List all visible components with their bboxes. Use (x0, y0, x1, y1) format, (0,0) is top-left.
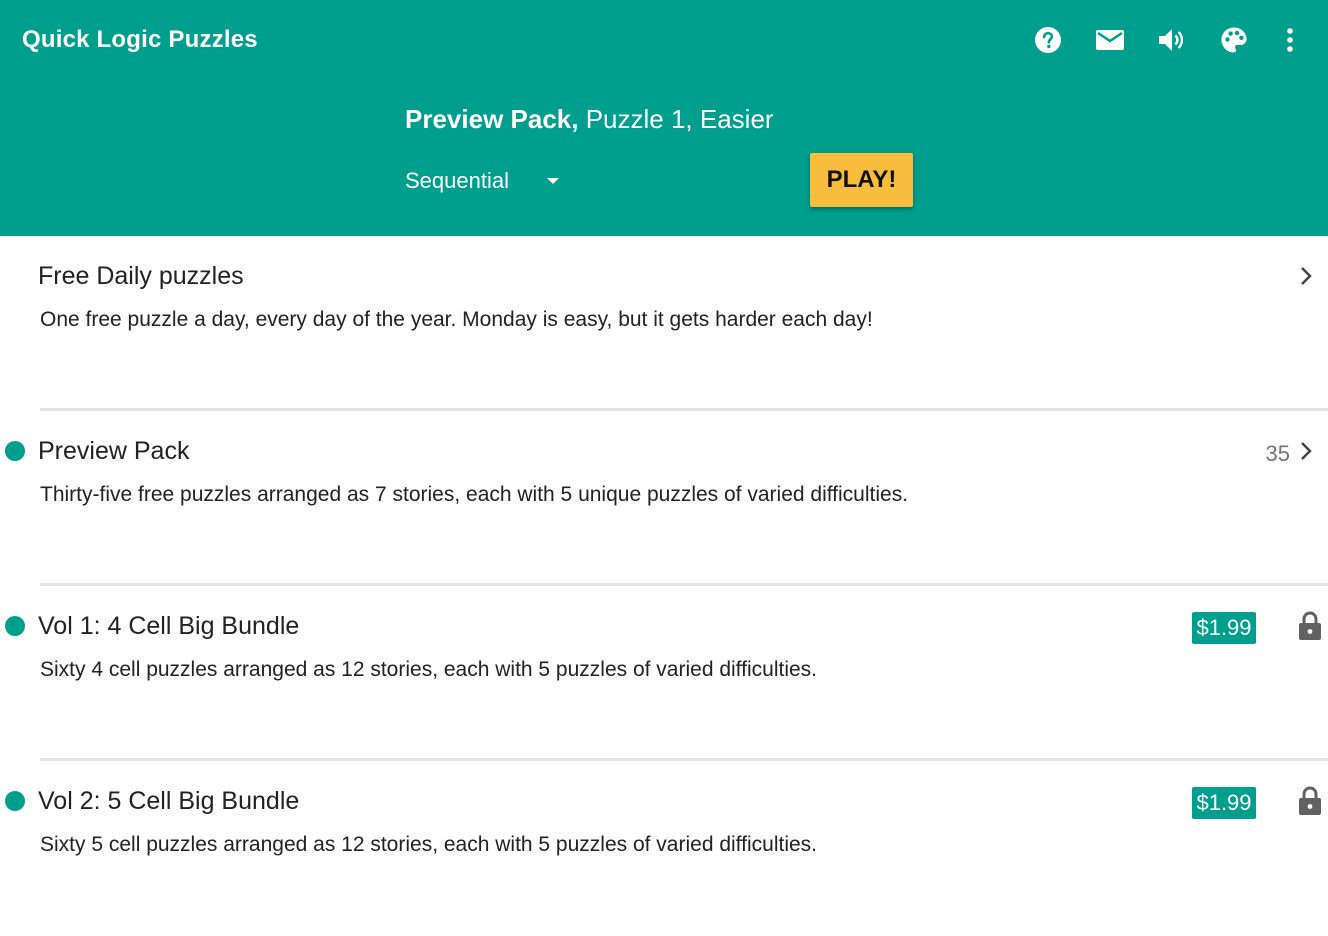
current-pack: Preview Pack, (405, 104, 579, 134)
mail-icon[interactable] (1094, 24, 1126, 56)
current-puzzle: Puzzle 1, Easier (578, 104, 774, 134)
palette-icon[interactable] (1218, 24, 1250, 56)
price-badge[interactable]: $1.99 (1192, 787, 1256, 819)
item-description: Sixty 5 cell puzzles arranged as 12 stor… (40, 833, 817, 856)
item-description: Thirty-five free puzzles arranged as 7 s… (40, 483, 909, 506)
mode-dropdown[interactable]: Sequential (405, 164, 565, 198)
item-title: Vol 1: 4 Cell Big Bundle (38, 612, 300, 640)
item-title: Preview Pack (38, 437, 190, 465)
play-button[interactable]: PLAY! (810, 153, 913, 207)
dropdown-caret-icon (547, 178, 559, 184)
item-description: One free puzzle a day, every day of the … (40, 308, 873, 331)
item-title: Vol 2: 5 Cell Big Bundle (38, 787, 300, 815)
price-badge[interactable]: $1.99 (1192, 612, 1256, 644)
more-vert-icon[interactable] (1274, 24, 1306, 56)
list-item[interactable]: Vol 2: 5 Cell Big Bundle Sixty 5 cell pu… (0, 761, 1328, 936)
item-title: Free Daily puzzles (38, 262, 244, 290)
puzzle-count: 35 (1265, 441, 1290, 466)
lock-icon (1299, 786, 1321, 815)
help-icon[interactable] (1032, 24, 1064, 56)
volume-icon[interactable] (1156, 24, 1188, 56)
status-dot-icon (5, 791, 25, 811)
item-description: Sixty 4 cell puzzles arranged as 12 stor… (40, 658, 817, 681)
lock-icon (1299, 611, 1321, 640)
list-item[interactable]: Free Daily puzzles One free puzzle a day… (0, 236, 1328, 411)
status-dot-icon (5, 441, 25, 461)
chevron-right-icon (1301, 442, 1312, 460)
app-header: Quick Logic Puzzles Preview Pack, Puzzle… (0, 0, 1328, 236)
mode-value: Sequential (405, 168, 509, 193)
current-selection: Preview Pack, Puzzle 1, Easier (405, 104, 774, 135)
status-dot-icon (5, 616, 25, 636)
app-title: Quick Logic Puzzles (22, 26, 258, 53)
list-item[interactable]: Preview Pack Thirty-five free puzzles ar… (0, 411, 1328, 586)
chevron-right-icon (1301, 267, 1312, 285)
list-item[interactable]: Vol 1: 4 Cell Big Bundle Sixty 4 cell pu… (0, 586, 1328, 761)
pack-list: Free Daily puzzles One free puzzle a day… (0, 236, 1328, 936)
